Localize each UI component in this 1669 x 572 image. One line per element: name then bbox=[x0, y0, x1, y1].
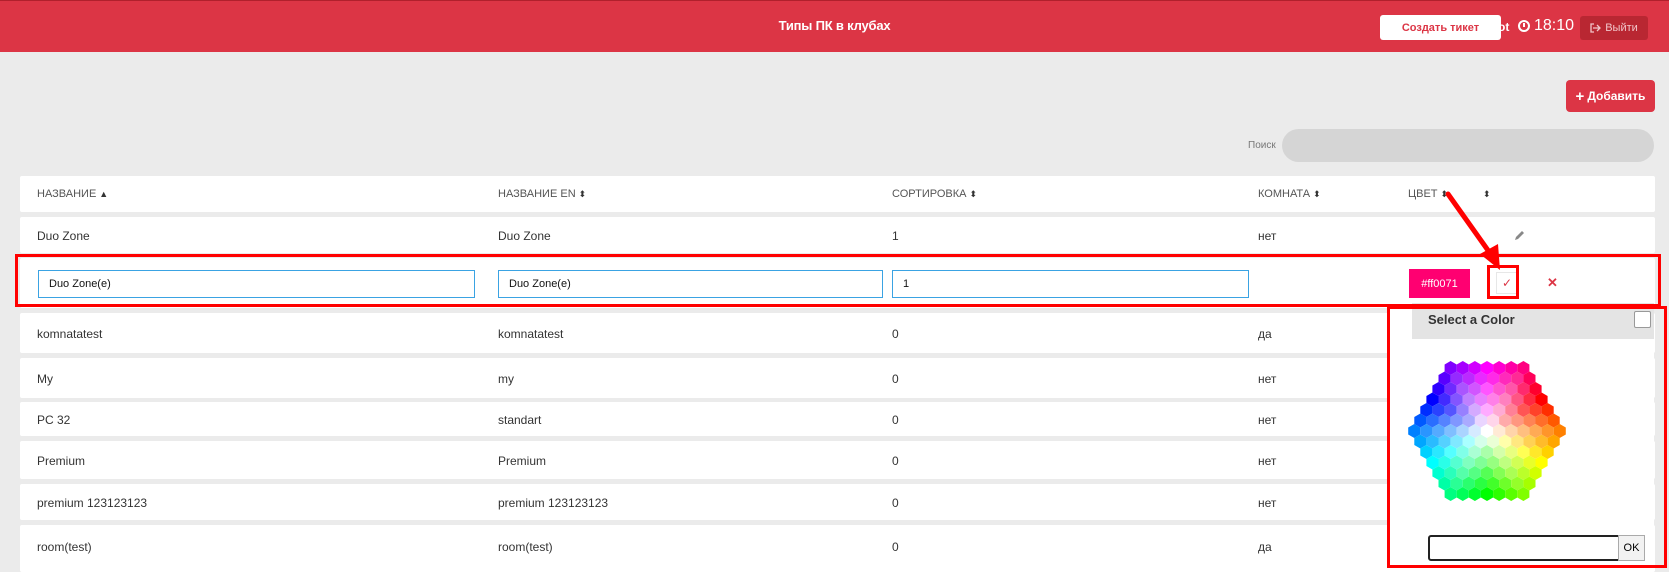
cell-name: Premium bbox=[37, 454, 86, 468]
cell-room: нет bbox=[1258, 229, 1277, 243]
cell-name: komnatatest bbox=[37, 327, 103, 341]
cell-name-en: Premium bbox=[498, 454, 547, 468]
sort-icon: ⬍ bbox=[1313, 189, 1321, 199]
cell-sort: 0 bbox=[892, 496, 899, 510]
sort-icon: ⬍ bbox=[578, 189, 587, 199]
col-name[interactable]: НАЗВАНИЕ ▲ bbox=[37, 188, 108, 200]
cell-room: нет bbox=[1258, 454, 1277, 468]
cell-room: нет bbox=[1258, 496, 1277, 510]
cell-sort: 0 bbox=[892, 372, 899, 386]
sort-icon: ⬍ bbox=[969, 189, 978, 199]
cell-room: нет bbox=[1258, 372, 1277, 386]
logout-button[interactable]: Выйти bbox=[1580, 16, 1648, 40]
col-name-en[interactable]: НАЗВАНИЕ EN ⬍ bbox=[498, 188, 586, 200]
add-button[interactable]: + Добавить bbox=[1566, 80, 1655, 112]
cancel-button[interactable]: ✕ bbox=[1547, 275, 1558, 291]
search-input[interactable] bbox=[1282, 129, 1654, 162]
top-bar: Типы ПК в клубах Создать тикет Root 18:1… bbox=[0, 0, 1669, 52]
clock: 18:10 bbox=[1518, 17, 1574, 35]
color-ok-button[interactable]: OK bbox=[1618, 535, 1645, 561]
clock-icon bbox=[1518, 20, 1530, 32]
color-hexagon-grid[interactable] bbox=[1390, 341, 1654, 531]
pencil-icon[interactable] bbox=[1514, 229, 1526, 241]
cell-sort: 0 bbox=[892, 327, 899, 341]
cell-sort: 1 bbox=[892, 229, 899, 243]
cell-name-en: komnatatest bbox=[498, 327, 564, 341]
table-header: НАЗВАНИЕ ▲ НАЗВАНИЕ EN ⬍ СОРТИРОВКА ⬍ КОМНА… bbox=[20, 176, 1655, 212]
user-name: Root bbox=[1482, 20, 1510, 34]
sort-asc-icon: ▲ bbox=[99, 189, 109, 199]
cell-sort: 0 bbox=[892, 540, 899, 554]
cell-sort: 0 bbox=[892, 454, 899, 468]
annotation-arrow bbox=[1445, 191, 1500, 270]
cell-name: Duo Zone bbox=[37, 229, 90, 243]
edit-sort-input[interactable] bbox=[892, 270, 1249, 298]
col-room-label: КОМНАТА bbox=[1258, 188, 1311, 200]
cell-name-en: Duo Zone bbox=[498, 229, 551, 243]
logout-label: Выйти bbox=[1605, 22, 1638, 34]
color-picker-title: Select a Color bbox=[1428, 312, 1515, 327]
edit-name-input[interactable] bbox=[38, 270, 475, 298]
col-color-label: ЦВЕТ bbox=[1408, 188, 1438, 200]
cell-sort: 0 bbox=[892, 413, 899, 427]
cell-room: нет bbox=[1258, 413, 1277, 427]
cell-name-en: my bbox=[498, 372, 514, 386]
col-name-en-label: НАЗВАНИЕ EN bbox=[498, 188, 576, 200]
cell-name: room(test) bbox=[37, 540, 92, 554]
cell-room: да bbox=[1258, 327, 1272, 341]
cell-name: My bbox=[37, 372, 53, 386]
col-room[interactable]: КОМНАТА ⬍ bbox=[1258, 188, 1321, 200]
search-label: Поиск bbox=[1248, 140, 1276, 151]
cell-name-en: room(test) bbox=[498, 540, 553, 554]
cell-name-en: standart bbox=[498, 413, 542, 427]
col-sort[interactable]: СОРТИРОВКА ⬍ bbox=[892, 188, 977, 200]
cell-name: PC 32 bbox=[37, 413, 71, 427]
logout-icon bbox=[1590, 23, 1602, 33]
col-name-label: НАЗВАНИЕ bbox=[37, 188, 97, 200]
plus-icon: + bbox=[1575, 87, 1585, 105]
check-icon: ✓ bbox=[1501, 276, 1513, 290]
color-hex-input[interactable] bbox=[1428, 535, 1628, 561]
clock-time: 18:10 bbox=[1534, 17, 1575, 34]
cell-name-en: premium 123123123 bbox=[498, 496, 609, 510]
col-sort-label: СОРТИРОВКА bbox=[892, 188, 967, 200]
cell-room: да bbox=[1258, 540, 1272, 554]
add-label: Добавить bbox=[1587, 89, 1646, 103]
cell-name: premium 123123123 bbox=[37, 496, 148, 510]
close-icon: ✕ bbox=[1547, 275, 1558, 290]
table-row: Duo Zone Duo Zone 1 нет bbox=[20, 217, 1655, 253]
color-picker-close-button[interactable] bbox=[1634, 311, 1651, 328]
color-picker: Select a Color OK bbox=[1390, 299, 1654, 567]
edit-name-en-input[interactable] bbox=[498, 270, 883, 298]
